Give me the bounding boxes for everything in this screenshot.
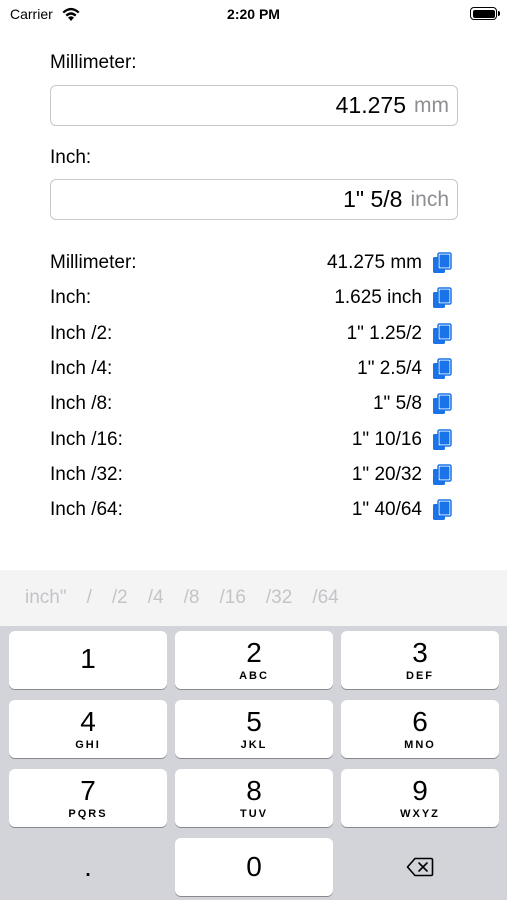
result-label: Inch /16: [50, 429, 123, 450]
result-row-inch-16: Inch /16: 1" 10/16 [50, 424, 452, 456]
result-value: 1" 10/16 [351, 429, 422, 450]
millimeter-input-value: 41.275 [335, 92, 406, 118]
copy-icon[interactable] [432, 358, 452, 380]
key-2[interactable]: 2 ABC [175, 631, 333, 689]
result-row-inch-8: Inch /8: 1" 5/8 [50, 388, 452, 420]
result-label: Inch /64: [50, 499, 123, 520]
copy-icon[interactable] [432, 429, 452, 451]
key-letters: JKL [240, 738, 268, 751]
key-decimal[interactable]: . [9, 838, 167, 896]
suggestion-sixtyfourth[interactable]: /64 [312, 587, 338, 609]
suggestion-thirtysecond[interactable]: /32 [266, 587, 292, 609]
result-value: 1.625 inch [334, 287, 422, 308]
result-label: Inch /4: [50, 358, 113, 379]
result-value: 1" 2.5/4 [357, 358, 422, 379]
millimeter-field-label: Millimeter: [50, 52, 137, 73]
key-digit: 3 [412, 636, 428, 668]
key-letters: ABC [239, 669, 269, 682]
result-value: 41.275 mm [326, 252, 422, 273]
battery-icon [470, 7, 500, 20]
result-label: Inch /8: [50, 393, 113, 414]
inch-input-value: 1" 5/8 [343, 186, 403, 212]
key-6[interactable]: 6 MNO [341, 700, 499, 758]
key-digit: 7 [80, 774, 96, 806]
key-letters: GHI [75, 738, 101, 751]
result-label: Inch: [50, 287, 92, 308]
suggestion-eighth[interactable]: /8 [184, 587, 200, 609]
inch-field-label: Inch: [50, 147, 92, 168]
input-suggestion-bar: inch" / /2 /4 /8 /16 /32 /64 [0, 570, 507, 626]
backspace-icon [406, 857, 434, 877]
result-row-inch-64: Inch /64: 1" 40/64 [50, 494, 452, 526]
key-4[interactable]: 4 GHI [9, 700, 167, 758]
key-3[interactable]: 3 DEF [341, 631, 499, 689]
key-letters: WXYZ [400, 807, 440, 820]
millimeter-unit: mm [414, 93, 449, 117]
key-digit: 4 [80, 705, 96, 737]
suggestion-slash[interactable]: / [87, 587, 92, 609]
key-1[interactable]: 1 [9, 631, 167, 689]
copy-icon[interactable] [432, 323, 452, 345]
key-letters: TUV [240, 807, 268, 820]
key-letters: DEF [406, 669, 434, 682]
inch-input[interactable]: 1" 5/8 inch [50, 179, 458, 220]
suggestion-half[interactable]: /2 [112, 587, 128, 609]
key-0[interactable]: 0 [175, 838, 333, 896]
result-row-inch-2: Inch /2: 1" 1.25/2 [50, 318, 452, 350]
numeric-keypad: 1 2 ABC 3 DEF 4 GHI 5 JKL 6 MNO 7 PQRS 8… [0, 626, 507, 900]
status-bar: Carrier 2:20 PM [0, 0, 507, 30]
result-row-inch-4: Inch /4: 1" 2.5/4 [50, 353, 452, 385]
key-digit: 9 [412, 774, 428, 806]
inch-unit: inch [410, 187, 449, 211]
key-letters: MNO [404, 738, 436, 751]
copy-icon[interactable] [432, 252, 452, 274]
result-value: 1" 5/8 [372, 393, 422, 414]
result-row-inch-32: Inch /32: 1" 20/32 [50, 459, 452, 491]
suggestion-sixteenth[interactable]: /16 [219, 587, 245, 609]
copy-icon[interactable] [432, 499, 452, 521]
result-label: Inch /32: [50, 464, 123, 485]
copy-icon[interactable] [432, 464, 452, 486]
result-value: 1" 1.25/2 [346, 323, 422, 344]
result-value: 1" 40/64 [351, 499, 422, 520]
result-row-inch: Inch: 1.625 inch [50, 282, 452, 314]
result-label: Millimeter: [50, 252, 137, 273]
result-label: Inch /2: [50, 323, 113, 344]
key-digit: 2 [246, 636, 262, 668]
result-value: 1" 20/32 [351, 464, 422, 485]
copy-icon[interactable] [432, 287, 452, 309]
key-decimal-label: . [84, 851, 92, 882]
key-digit: 5 [246, 705, 262, 737]
suggestion-quarter[interactable]: /4 [148, 587, 164, 609]
key-7[interactable]: 7 PQRS [9, 769, 167, 827]
delete-key[interactable] [341, 838, 499, 896]
millimeter-input[interactable]: 41.275 mm [50, 85, 458, 126]
suggestion-inch[interactable]: inch" [25, 587, 67, 609]
key-letters: PQRS [68, 807, 108, 820]
result-row-millimeter: Millimeter: 41.275 mm [50, 247, 452, 279]
key-digit: 8 [246, 774, 262, 806]
key-digit: 1 [80, 643, 96, 674]
status-time: 2:20 PM [227, 6, 280, 22]
key-digit: 6 [412, 705, 428, 737]
copy-icon[interactable] [432, 393, 452, 415]
key-8[interactable]: 8 TUV [175, 769, 333, 827]
key-9[interactable]: 9 WXYZ [341, 769, 499, 827]
key-digit: 0 [246, 851, 262, 882]
key-5[interactable]: 5 JKL [175, 700, 333, 758]
